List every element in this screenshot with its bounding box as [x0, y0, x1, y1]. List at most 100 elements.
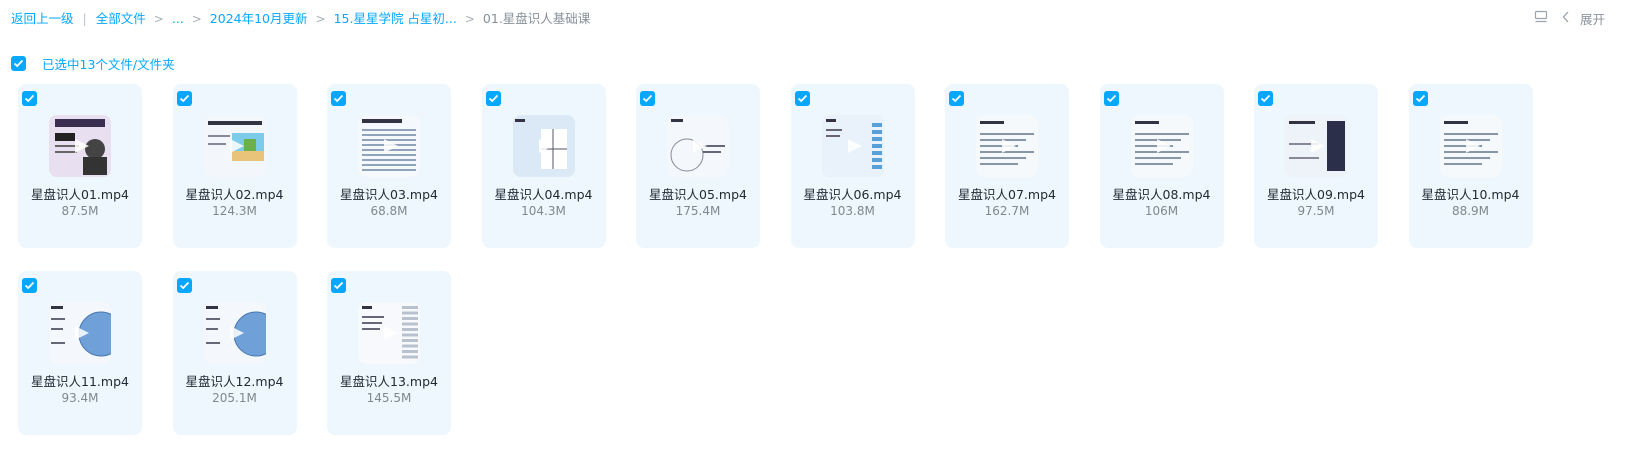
file-card[interactable]: 星盘识人06.mp4 103.8M — [790, 84, 915, 248]
select-all-checkbox[interactable] — [11, 56, 26, 71]
file-checkbox[interactable] — [949, 91, 964, 106]
check-icon — [24, 94, 35, 103]
file-card[interactable]: 星盘识人04.mp4 104.3M — [481, 84, 606, 248]
file-size: 68.8M — [370, 204, 408, 218]
file-card[interactable]: 星盘识人13.mp4 145.5M — [327, 271, 451, 435]
file-card[interactable]: 星盘识人12.mp4 205.1M — [172, 271, 297, 435]
breadcrumb-folder-2024[interactable]: 2024年10月更新 — [210, 11, 308, 27]
check-icon — [179, 281, 189, 290]
video-thumbnail[interactable] — [49, 302, 111, 364]
file-card[interactable]: 星盘识人05.mp4 175.4M — [636, 84, 760, 248]
video-thumbnail[interactable] — [49, 115, 111, 177]
video-thumbnail[interactable] — [203, 115, 266, 177]
chevron-right-icon: > — [153, 12, 164, 26]
file-name[interactable]: 星盘识人09.mp4 — [1254, 184, 1378, 203]
file-size: 93.4M — [61, 391, 99, 405]
check-icon — [642, 94, 653, 103]
video-thumbnail[interactable] — [1285, 115, 1347, 177]
check-icon — [13, 59, 24, 68]
file-name[interactable]: 星盘识人06.mp4 — [791, 184, 915, 203]
top-bar: 返回上一级 | 全部文件 > ... > 2024年10月更新 > 15.星星学… — [0, 0, 1625, 38]
breadcrumb-ellipsis[interactable]: ... — [172, 11, 184, 27]
file-size: 145.5M — [366, 391, 412, 405]
file-card[interactable]: 星盘识人03.mp4 68.8M — [327, 84, 451, 248]
file-checkbox[interactable] — [485, 91, 501, 106]
file-name[interactable]: 星盘识人11.mp4 — [18, 371, 142, 390]
file-name[interactable]: 星盘识人12.mp4 — [173, 371, 297, 390]
file-size: 104.3M — [521, 204, 566, 218]
check-icon — [179, 94, 189, 103]
breadcrumb-separator: | — [82, 11, 87, 26]
file-name[interactable]: 星盘识人07.mp4 — [945, 184, 1069, 203]
file-size: 175.4M — [675, 204, 721, 218]
check-icon — [951, 94, 962, 103]
file-size: 106M — [1144, 204, 1179, 218]
check-icon — [1106, 94, 1116, 103]
selection-count: 已选中13个文件/文件夹 — [42, 57, 175, 72]
file-name[interactable]: 星盘识人10.mp4 — [1409, 184, 1533, 203]
file-name[interactable]: 星盘识人08.mp4 — [1100, 184, 1224, 203]
file-card[interactable]: 星盘识人01.mp4 87.5M — [18, 84, 142, 248]
chevron-left-icon — [1562, 11, 1570, 26]
breadcrumb-folder-star-academy[interactable]: 15.星星学院 占星初... — [334, 11, 457, 27]
file-size: 87.5M — [61, 204, 99, 218]
file-checkbox[interactable] — [176, 278, 192, 293]
file-size: 103.8M — [830, 204, 875, 218]
check-icon — [1260, 94, 1271, 103]
chevron-right-icon: > — [315, 12, 326, 26]
file-name[interactable]: 星盘识人02.mp4 — [173, 184, 297, 203]
file-name[interactable]: 星盘识人13.mp4 — [327, 371, 451, 390]
video-thumbnail[interactable] — [203, 302, 266, 364]
breadcrumb: 返回上一级 | 全部文件 > ... > 2024年10月更新 > 15.星星学… — [11, 11, 590, 27]
video-thumbnail[interactable] — [358, 115, 420, 177]
file-size: 88.9M — [1451, 204, 1490, 218]
file-checkbox[interactable] — [1103, 91, 1119, 106]
view-tools: 展开 — [1534, 9, 1605, 28]
list-view-icon[interactable] — [1534, 10, 1548, 27]
file-checkbox[interactable] — [331, 278, 346, 293]
chevron-right-icon: > — [464, 12, 475, 26]
file-size: 205.1M — [212, 391, 257, 405]
file-grid: 星盘识人01.mp4 87.5M 星盘识人02.mp4 124.3M 星盘识人03.mp… — [18, 84, 1533, 435]
file-name[interactable]: 星盘识人01.mp4 — [18, 184, 142, 203]
check-icon — [797, 94, 807, 103]
expand-label: 展开 — [1579, 12, 1605, 27]
file-card[interactable]: 星盘识人11.mp4 93.4M — [18, 271, 142, 435]
file-name[interactable]: 星盘识人05.mp4 — [636, 184, 760, 203]
file-checkbox[interactable] — [1258, 91, 1273, 106]
video-thumbnail[interactable] — [1130, 115, 1193, 177]
file-card[interactable]: 星盘识人07.mp4 162.7M — [945, 84, 1069, 248]
file-checkbox[interactable] — [331, 91, 346, 106]
video-thumbnail[interactable] — [821, 115, 884, 177]
file-size: 162.7M — [984, 204, 1030, 218]
breadcrumb-current: 01.星盘识人基础课 — [482, 11, 591, 26]
check-icon — [488, 94, 498, 103]
file-card[interactable]: 星盘识人09.mp4 97.5M — [1254, 84, 1378, 248]
check-icon — [333, 281, 344, 290]
file-card[interactable]: 星盘识人10.mp4 88.9M — [1408, 84, 1533, 248]
file-checkbox[interactable] — [176, 91, 192, 106]
expand-button[interactable]: 展开 — [1562, 9, 1605, 28]
breadcrumb-all-files[interactable]: 全部文件 — [96, 11, 146, 27]
chevron-right-icon: > — [191, 12, 202, 26]
check-icon — [1415, 94, 1425, 103]
file-name[interactable]: 星盘识人03.mp4 — [327, 184, 451, 203]
file-checkbox[interactable] — [22, 278, 37, 293]
file-size: 97.5M — [1297, 204, 1335, 218]
check-icon — [24, 281, 35, 290]
file-card[interactable]: 星盘识人08.mp4 106M — [1099, 84, 1224, 248]
file-card[interactable]: 星盘识人02.mp4 124.3M — [172, 84, 297, 248]
file-checkbox[interactable] — [1412, 91, 1428, 106]
file-checkbox[interactable] — [794, 91, 810, 106]
video-thumbnail[interactable] — [667, 115, 729, 177]
file-name[interactable]: 星盘识人04.mp4 — [482, 184, 606, 203]
video-thumbnail[interactable] — [976, 115, 1038, 177]
video-thumbnail[interactable] — [1439, 115, 1502, 177]
video-thumbnail[interactable] — [512, 115, 575, 177]
selection-bar: 已选中13个文件/文件夹 — [11, 54, 175, 73]
video-thumbnail[interactable] — [358, 302, 420, 364]
back-link[interactable]: 返回上一级 — [11, 11, 74, 27]
file-checkbox[interactable] — [22, 91, 37, 106]
file-checkbox[interactable] — [640, 91, 655, 106]
file-size: 124.3M — [212, 204, 257, 218]
